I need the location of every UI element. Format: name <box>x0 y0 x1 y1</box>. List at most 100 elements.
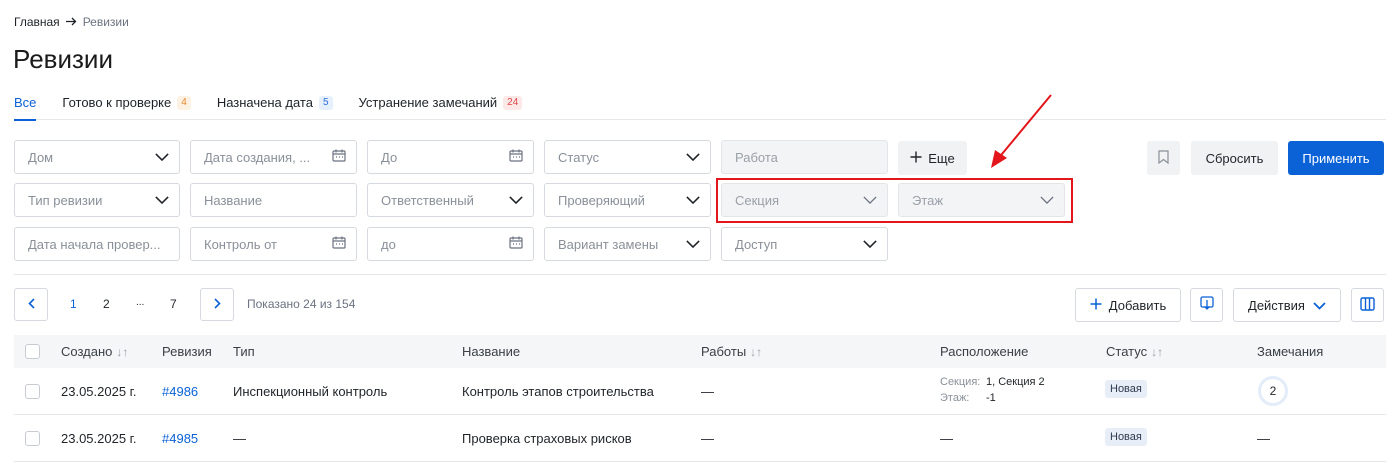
work-select[interactable]: Работа <box>721 140 888 174</box>
column-works-label: Работы <box>701 344 747 359</box>
control-to-input[interactable]: до <box>367 227 534 261</box>
row-revision-link[interactable]: #4985 <box>162 431 198 446</box>
row-checkbox[interactable] <box>25 384 40 399</box>
arrow-right-icon <box>65 15 77 29</box>
tab-label: Назначена дата <box>216 95 313 110</box>
tab-badge: 5 <box>318 96 333 110</box>
created-date-input[interactable]: Дата создания, ... <box>190 140 357 174</box>
control-to-placeholder: до <box>381 236 396 252</box>
created-date-placeholder: Дата создания, ... <box>204 149 311 165</box>
download-icon <box>1199 296 1214 314</box>
revision-type-placeholder: Тип ревизии <box>28 192 103 208</box>
date-to-input[interactable]: До <box>367 140 534 174</box>
location-section-label: Секция: <box>940 376 981 388</box>
access-select[interactable]: Доступ <box>721 227 888 261</box>
row-name: Контроль этапов строительства <box>462 384 654 399</box>
inspector-select[interactable]: Проверяющий <box>544 183 711 217</box>
responsible-select[interactable]: Ответственный <box>367 183 534 217</box>
house-placeholder: Дом <box>28 149 54 165</box>
divider <box>14 274 1386 275</box>
page-1[interactable]: 1 <box>70 297 77 311</box>
remarks-count: — <box>1257 431 1270 446</box>
column-name-label: Название <box>462 344 521 359</box>
status-placeholder: Статус <box>558 149 600 165</box>
more-filters-button[interactable]: Еще <box>898 141 967 175</box>
page-2[interactable]: 2 <box>103 297 110 311</box>
prev-page-button[interactable] <box>14 288 48 321</box>
location-floor-label: Этаж: <box>940 392 970 404</box>
bookmark-button[interactable] <box>1147 141 1180 175</box>
tabs: Все Готово к проверке 4 Назначена дата 5… <box>14 92 1386 121</box>
column-remarks-label: Замечания <box>1257 344 1324 359</box>
column-location: Расположение <box>940 344 1028 359</box>
status-select[interactable]: Статус <box>544 140 711 174</box>
select-all-checkbox[interactable] <box>25 344 40 359</box>
replacement-select[interactable]: Вариант замены <box>544 227 711 261</box>
chevron-down-icon <box>686 193 700 207</box>
status-badge: Новая <box>1105 428 1147 446</box>
highlight-box <box>716 178 1073 223</box>
actions-dropdown[interactable]: Действия <box>1233 288 1341 322</box>
sort-icon: ↓↑ <box>1151 344 1164 359</box>
columns-icon <box>1360 296 1375 314</box>
export-button[interactable] <box>1190 288 1223 322</box>
calendar-icon <box>332 149 346 165</box>
column-type-label: Тип <box>233 344 255 359</box>
revision-type-select[interactable]: Тип ревизии <box>14 183 180 217</box>
chevron-down-icon <box>509 193 523 207</box>
name-input[interactable]: Название <box>190 183 357 217</box>
tab-label: Все <box>14 95 37 110</box>
column-works[interactable]: Работы ↓↑ <box>701 344 762 359</box>
remarks-count[interactable]: 2 <box>1258 376 1288 406</box>
calendar-icon <box>332 236 346 252</box>
row-created: 23.05.2025 г. <box>61 384 137 399</box>
breadcrumb-current: Ревизии <box>82 15 129 29</box>
next-page-button[interactable] <box>200 288 234 321</box>
row-name: Проверка страховых рисков <box>462 431 632 446</box>
page-ellipsis: ... <box>136 297 145 308</box>
tab-ready-for-check[interactable]: Готово к проверке 4 <box>62 92 191 120</box>
row-revision-link[interactable]: #4986 <box>162 384 198 399</box>
location-section-value: 1, Секция 2 <box>986 376 1045 388</box>
column-created[interactable]: Создано ↓↑ <box>61 344 128 359</box>
sort-icon: ↓↑ <box>750 344 763 359</box>
row-type: Инспекционный контроль <box>233 384 388 399</box>
location-floor-value: -1 <box>986 392 996 404</box>
check-start-date-input[interactable]: Дата начала провер... <box>14 227 180 261</box>
apply-button[interactable]: Применить <box>1288 141 1384 175</box>
chevron-down-icon <box>863 237 877 251</box>
row-created: 23.05.2025 г. <box>61 431 137 446</box>
reset-button[interactable]: Сбросить <box>1191 141 1278 175</box>
column-location-label: Расположение <box>940 344 1029 359</box>
actions-label: Действия <box>1248 297 1305 313</box>
column-status[interactable]: Статус ↓↑ <box>1106 344 1163 359</box>
control-from-input[interactable]: Контроль от <box>190 227 357 261</box>
inspector-placeholder: Проверяющий <box>558 192 645 208</box>
column-revision-label: Ревизия <box>162 344 212 359</box>
shown-count: Показано 24 из 154 <box>247 297 356 311</box>
control-from-placeholder: Контроль от <box>204 236 277 252</box>
page-7[interactable]: 7 <box>170 297 177 311</box>
chevron-down-icon <box>155 193 169 207</box>
tab-all[interactable]: Все <box>14 92 37 121</box>
responsible-placeholder: Ответственный <box>381 192 474 208</box>
row-checkbox[interactable] <box>25 431 40 446</box>
add-label: Добавить <box>1108 297 1167 313</box>
row-location: — <box>940 431 953 446</box>
row-type: — <box>233 431 246 446</box>
house-select[interactable]: Дом <box>14 140 180 174</box>
tab-date-assigned[interactable]: Назначена дата 5 <box>217 92 333 120</box>
chevron-down-icon <box>686 237 700 251</box>
breadcrumb-home[interactable]: Главная <box>14 15 60 29</box>
chevron-right-icon <box>213 296 221 314</box>
tab-label: Устранение замечаний <box>358 95 498 110</box>
replacement-placeholder: Вариант замены <box>558 236 659 252</box>
column-status-label: Статус <box>1106 344 1148 359</box>
bookmark-icon <box>1158 149 1169 167</box>
tab-fixing-remarks[interactable]: Устранение замечаний 24 <box>359 92 523 120</box>
work-placeholder: Работа <box>735 149 778 165</box>
columns-button[interactable] <box>1351 288 1384 322</box>
calendar-icon <box>509 236 523 252</box>
add-button[interactable]: Добавить <box>1075 288 1181 322</box>
annotation-arrow-icon <box>991 94 1052 168</box>
